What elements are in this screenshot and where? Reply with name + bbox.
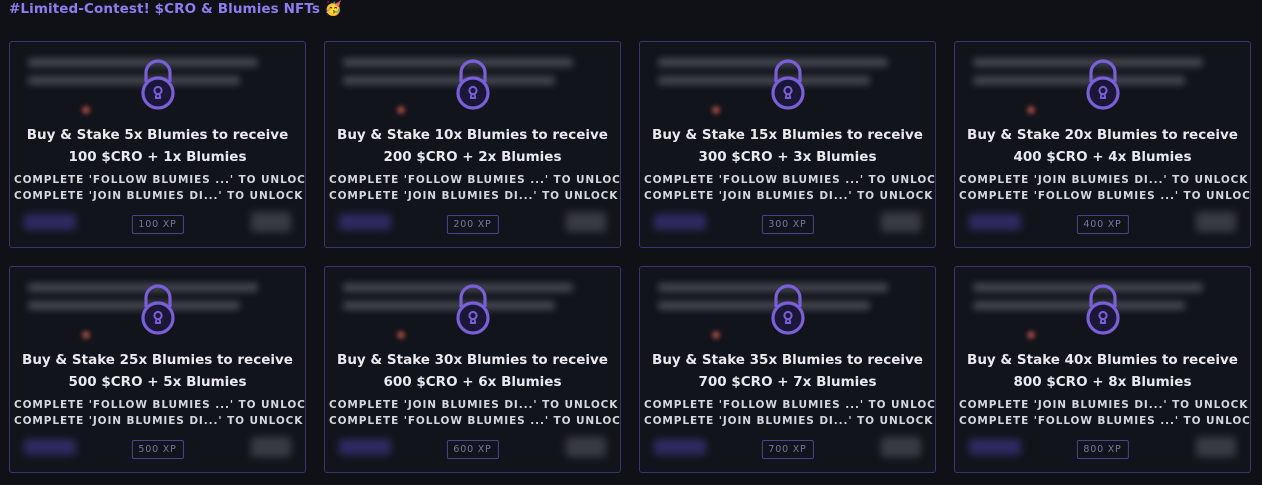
quest-requirement-1: COMPLETE 'FOLLOW BLUMIES ...' TO UNLOCK … [14,399,306,411]
quest-title: Buy & Stake 5x Blumies to receive 100 $C… [26,127,289,165]
lock-icon [140,284,175,335]
quest-requirement-1: COMPLETE 'FOLLOW BLUMIES ...' TO UNLOCK … [644,174,936,186]
blurred-preview-button [339,214,391,230]
quest-requirement-2: COMPLETE 'FOLLOW BLUMIES ...' TO UNLOCK [959,190,1251,202]
xp-badge: 400 XP [1076,215,1129,234]
lock-icon [770,59,805,110]
quest-title: Buy & Stake 35x Blumies to receive 700 $… [652,352,923,390]
xp-badge: 500 XP [131,440,184,459]
blurred-preview-dot [1027,331,1035,339]
lock-icon [1085,59,1120,110]
quest-title: Buy & Stake 30x Blumies to receive 600 $… [337,352,608,390]
quest-requirement-1: COMPLETE 'JOIN BLUMIES DI...' TO UNLOCK … [329,399,621,411]
quest-card[interactable]: Buy & Stake 25x Blumies to receive 500 $… [9,266,306,473]
quest-card[interactable]: Buy & Stake 35x Blumies to receive 700 $… [639,266,936,473]
blurred-preview-dot [1027,106,1035,114]
blurred-preview-badge [881,437,921,457]
quest-card[interactable]: Buy & Stake 20x Blumies to receive 400 $… [954,41,1251,248]
blurred-preview-badge [251,437,291,457]
quest-requirement-2: COMPLETE 'JOIN BLUMIES DI...' TO UNLOCK [14,190,304,202]
quest-title: Buy & Stake 10x Blumies to receive 200 $… [337,127,608,165]
quest-card[interactable]: Buy & Stake 15x Blumies to receive 300 $… [639,41,936,248]
quest-card[interactable]: Buy & Stake 30x Blumies to receive 600 $… [324,266,621,473]
page-title: #Limited-Contest! $CRO & Blumies NFTs 🥳 [9,1,342,17]
quest-requirements: COMPLETE 'FOLLOW BLUMIES ...' TO UNLOCK … [14,172,306,204]
blurred-preview-dot [397,106,405,114]
xp-badge: 300 XP [761,215,814,234]
xp-badge: 600 XP [446,440,499,459]
quest-requirement-2: COMPLETE 'JOIN BLUMIES DI...' TO UNLOCK [329,190,619,202]
xp-badge: 200 XP [446,215,499,234]
quest-requirement-2: COMPLETE 'FOLLOW BLUMIES ...' TO UNLOCK [329,415,621,427]
blurred-preview-button [654,214,706,230]
quest-card[interactable]: Buy & Stake 5x Blumies to receive 100 $C… [9,41,306,248]
quest-requirements: COMPLETE 'FOLLOW BLUMIES ...' TO UNLOCK … [329,172,621,204]
quest-requirement-2: COMPLETE 'JOIN BLUMIES DI...' TO UNLOCK [644,190,934,202]
blurred-preview-button [969,439,1021,455]
blurred-preview-dot [82,331,90,339]
page-title-text: #Limited-Contest! $CRO & Blumies NFTs [9,1,320,17]
blurred-preview-dot [712,106,720,114]
blurred-preview-button [654,439,706,455]
quest-requirement-1: COMPLETE 'FOLLOW BLUMIES ...' TO UNLOCK … [14,174,306,186]
blurred-preview-dot [397,331,405,339]
quest-title: Buy & Stake 20x Blumies to receive 400 $… [967,127,1238,165]
quest-requirement-1: COMPLETE 'JOIN BLUMIES DI...' TO UNLOCK … [959,399,1251,411]
quest-requirement-2: COMPLETE 'FOLLOW BLUMIES ...' TO UNLOCK [959,415,1251,427]
blurred-preview-badge [881,212,921,232]
blurred-preview-button [339,439,391,455]
quest-requirement-1: COMPLETE 'JOIN BLUMIES DI...' TO UNLOCK … [959,174,1251,186]
party-emoji-icon: 🥳 [324,1,343,17]
quest-card[interactable]: Buy & Stake 10x Blumies to receive 200 $… [324,41,621,248]
blurred-preview-badge [1196,437,1236,457]
quest-requirements: COMPLETE 'FOLLOW BLUMIES ...' TO UNLOCK … [644,397,936,429]
quest-title: Buy & Stake 25x Blumies to receive 500 $… [22,352,293,390]
lock-icon [1085,284,1120,335]
quest-requirements: COMPLETE 'FOLLOW BLUMIES ...' TO UNLOCK … [14,397,306,429]
blurred-preview-button [24,214,76,230]
quest-requirements: COMPLETE 'JOIN BLUMIES DI...' TO UNLOCK … [329,397,621,429]
quest-title: Buy & Stake 15x Blumies to receive 300 $… [652,127,923,165]
quest-requirements: COMPLETE 'JOIN BLUMIES DI...' TO UNLOCK … [959,397,1251,429]
quest-requirements: COMPLETE 'FOLLOW BLUMIES ...' TO UNLOCK … [644,172,936,204]
lock-icon [455,284,490,335]
xp-badge: 800 XP [1076,440,1129,459]
blurred-preview-dot [82,106,90,114]
xp-badge: 100 XP [131,215,184,234]
lock-icon [770,284,805,335]
quest-requirement-1: COMPLETE 'FOLLOW BLUMIES ...' TO UNLOCK … [644,399,936,411]
quest-title: Buy & Stake 40x Blumies to receive 800 $… [967,352,1238,390]
blurred-preview-dot [712,331,720,339]
blurred-preview-button [24,439,76,455]
quest-grid: Buy & Stake 5x Blumies to receive 100 $C… [9,41,1251,473]
quest-card[interactable]: Buy & Stake 40x Blumies to receive 800 $… [954,266,1251,473]
blurred-preview-button [969,214,1021,230]
quest-requirements: COMPLETE 'JOIN BLUMIES DI...' TO UNLOCK … [959,172,1251,204]
quest-requirement-2: COMPLETE 'JOIN BLUMIES DI...' TO UNLOCK [14,415,304,427]
blurred-preview-badge [566,212,606,232]
blurred-preview-badge [566,437,606,457]
lock-icon [140,59,175,110]
quest-requirement-2: COMPLETE 'JOIN BLUMIES DI...' TO UNLOCK [644,415,934,427]
blurred-preview-badge [251,212,291,232]
xp-badge: 700 XP [761,440,814,459]
quest-requirement-1: COMPLETE 'FOLLOW BLUMIES ...' TO UNLOCK … [329,174,621,186]
blurred-preview-badge [1196,212,1236,232]
lock-icon [455,59,490,110]
